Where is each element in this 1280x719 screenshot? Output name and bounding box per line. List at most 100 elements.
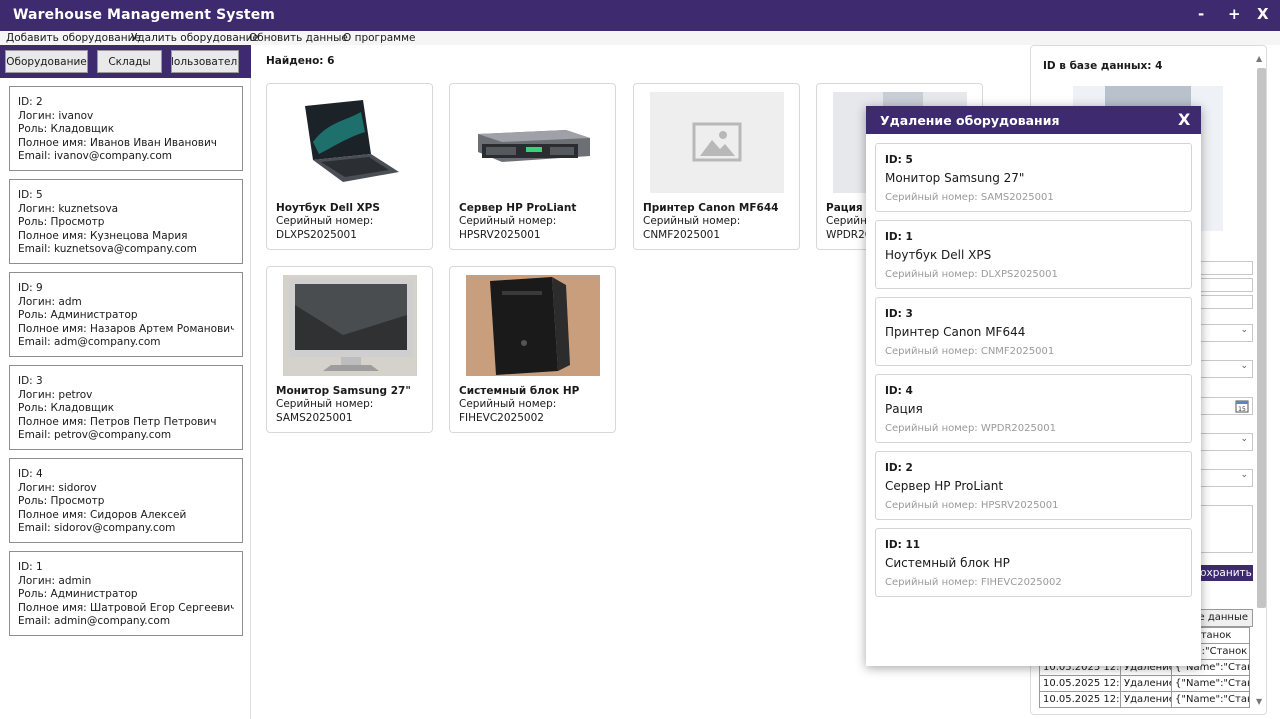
user-login: Логин: sidorov [18,481,97,494]
equipment-card[interactable]: Принтер Canon MF644 Серийный номер: CNMF… [633,83,800,250]
save-button[interactable]: охранить [1199,565,1253,581]
user-id: ID: 9 [18,282,43,294]
date-picker[interactable]: 15 [1199,397,1253,415]
scroll-thumb[interactable] [1257,68,1266,608]
item-id: ID: 3 [885,308,913,320]
tab-warehouses[interactable]: Склады [97,50,162,73]
history-action: Удаление [1120,691,1172,708]
item-serial: Серийный номер: SAMS2025001 [885,192,1054,203]
user-email: Email: admin@company.com [18,615,171,627]
user-fullname: Полное имя: Сидоров Алексей [18,508,187,521]
user-role: Роль: Администратор [18,588,138,600]
delete-equipment-dialog: Удаление оборудования X ID: 5 Монитор Sa… [866,106,1201,666]
menu-bar: Добавить оборудование Удалить оборудован… [0,31,1280,45]
user-card[interactable]: ID: 4 Логин: sidorov Роль: Просмотр Полн… [9,458,243,543]
user-fullname: Полное имя: Кузнецова Мария [18,229,188,242]
tab-equipment[interactable]: Оборудование [5,50,88,73]
table-row[interactable]: 10.05.2025 12:09 Удаление {"Name":"Стано… [1039,675,1250,692]
maximize-button[interactable]: + [1228,5,1241,23]
delete-list-item[interactable]: ID: 1 Ноутбук Dell XPS Серийный номер: D… [875,220,1192,289]
history-date: 10.05.2025 12:08 [1039,691,1121,708]
serial-field[interactable] [1199,278,1253,292]
user-card[interactable]: ID: 2 Логин: ivanov Роль: Кладовщик Полн… [9,86,243,171]
close-window-button[interactable]: X [1257,5,1269,23]
user-role: Роль: Просмотр [18,495,105,507]
delete-list-item[interactable]: ID: 4 Рация Серийный номер: WPDR2025001 [875,374,1192,443]
user-login: Логин: petrov [18,388,93,401]
delete-list-item[interactable]: ID: 3 Принтер Canon MF644 Серийный номер… [875,297,1192,366]
item-name: Рация [885,402,923,416]
serial-label: Серийный номер: [643,215,741,227]
user-email: Email: kuznetsova@company.com [18,243,197,255]
dialog-close-button[interactable]: X [1178,110,1190,129]
details-scrollbar[interactable]: ▲ ▼ [1255,54,1266,706]
item-serial: Серийный номер: WPDR2025001 [885,423,1056,434]
description-field[interactable] [1199,505,1253,553]
delete-list-item[interactable]: ID: 2 Сервер HP ProLiant Серийный номер:… [875,451,1192,520]
user-login: Логин: adm [18,295,82,308]
minimize-button[interactable]: - [1198,5,1204,23]
dialog-header: Удаление оборудования X [866,106,1201,134]
user-fullname: Полное имя: Иванов Иван Иванович [18,136,218,149]
user-card[interactable]: ID: 1 Логин: admin Роль: Администратор П… [9,551,243,636]
user-card[interactable]: ID: 5 Логин: kuznetsova Роль: Просмотр П… [9,179,243,264]
user-card[interactable]: ID: 3 Логин: petrov Роль: Кладовщик Полн… [9,365,243,450]
history-date: 10.05.2025 12:09 [1039,675,1121,692]
status-select[interactable]: ⌄ [1199,433,1253,451]
serial-label: Серийный номер: [276,398,374,410]
history-data: {"Name":"Станок [1171,691,1250,708]
item-id: ID: 11 [885,539,921,551]
menu-about[interactable]: О программе [343,31,415,45]
serial-number: DLXPS2025001 [276,229,357,241]
svg-text:15: 15 [1238,406,1246,413]
serial-label: Серийный номер: [459,215,557,227]
type-select[interactable]: ⌄ [1199,324,1253,342]
menu-refresh-data[interactable]: Обновить данные [249,31,348,45]
history-data: {"Name":"Станок [1171,675,1250,692]
user-role: Роль: Кладовщик [18,123,115,135]
user-fullname: Полное имя: Шатровой Егор Сергеевич [18,601,234,614]
chevron-down-icon: ⌄ [1240,361,1248,371]
user-role: Роль: Просмотр [18,216,105,228]
menu-add-equipment[interactable]: Добавить оборудование [6,31,141,45]
serial-number: SAMS2025001 [276,412,353,424]
name-field[interactable] [1199,261,1253,275]
user-id: ID: 2 [18,96,43,108]
equipment-card[interactable]: Сервер HP ProLiant Серийный номер: HPSRV… [449,83,616,250]
chevron-down-icon: ⌄ [1240,434,1248,444]
title-bar: Warehouse Management System - + X [0,0,1280,31]
serial-label: Серийный номер: [459,398,557,410]
user-id: ID: 1 [18,561,43,573]
tab-users[interactable]: Пользователи [171,50,239,73]
scroll-down-icon[interactable]: ▼ [1256,697,1262,706]
user-role: Роль: Администратор [18,309,138,321]
serial-label: Серийный номер: [276,215,374,227]
equipment-card[interactable]: Системный блок HP Серийный номер: FIHEVC… [449,266,616,433]
item-id: ID: 4 [885,385,913,397]
delete-list-item[interactable]: ID: 5 Монитор Samsung 27" Серийный номер… [875,143,1192,212]
user-fullname: Полное имя: Назаров Артем Романович [18,322,234,335]
scroll-up-icon[interactable]: ▲ [1256,54,1262,63]
item-name: Принтер Canon MF644 [885,325,1026,339]
user-id: ID: 3 [18,375,43,387]
item-id: ID: 5 [885,154,913,166]
item-serial: Серийный номер: DLXPS2025001 [885,269,1058,280]
table-row[interactable]: 10.05.2025 12:08 Удаление {"Name":"Стано… [1039,691,1250,708]
warehouse-select[interactable]: ⌄ [1199,360,1253,378]
equipment-name: Сервер HP ProLiant [459,202,577,214]
user-login: Логин: kuznetsova [18,202,119,215]
equipment-name: Рация [826,202,863,214]
serial-number: FIHEVC2025002 [459,412,544,424]
equipment-card[interactable]: Монитор Samsung 27" Серийный номер: SAMS… [266,266,433,433]
equipment-name: Ноутбук Dell XPS [276,202,380,214]
item-serial: Серийный номер: HPSRV2025001 [885,500,1059,511]
equipment-card[interactable]: Ноутбук Dell XPS Серийный номер: DLXPS20… [266,83,433,250]
inventory-field[interactable] [1199,295,1253,309]
responsible-select[interactable]: ⌄ [1199,469,1253,487]
delete-list-item[interactable]: ID: 11 Системный блок HP Серийный номер:… [875,528,1192,597]
left-panel: Оборудование Склады Пользователи ID: 2 Л… [0,45,251,719]
menu-delete-equipment[interactable]: Удалить оборудование [131,31,259,45]
user-email: Email: sidorov@company.com [18,522,176,534]
item-id: ID: 2 [885,462,913,474]
user-card[interactable]: ID: 9 Логин: adm Роль: Администратор Пол… [9,272,243,357]
